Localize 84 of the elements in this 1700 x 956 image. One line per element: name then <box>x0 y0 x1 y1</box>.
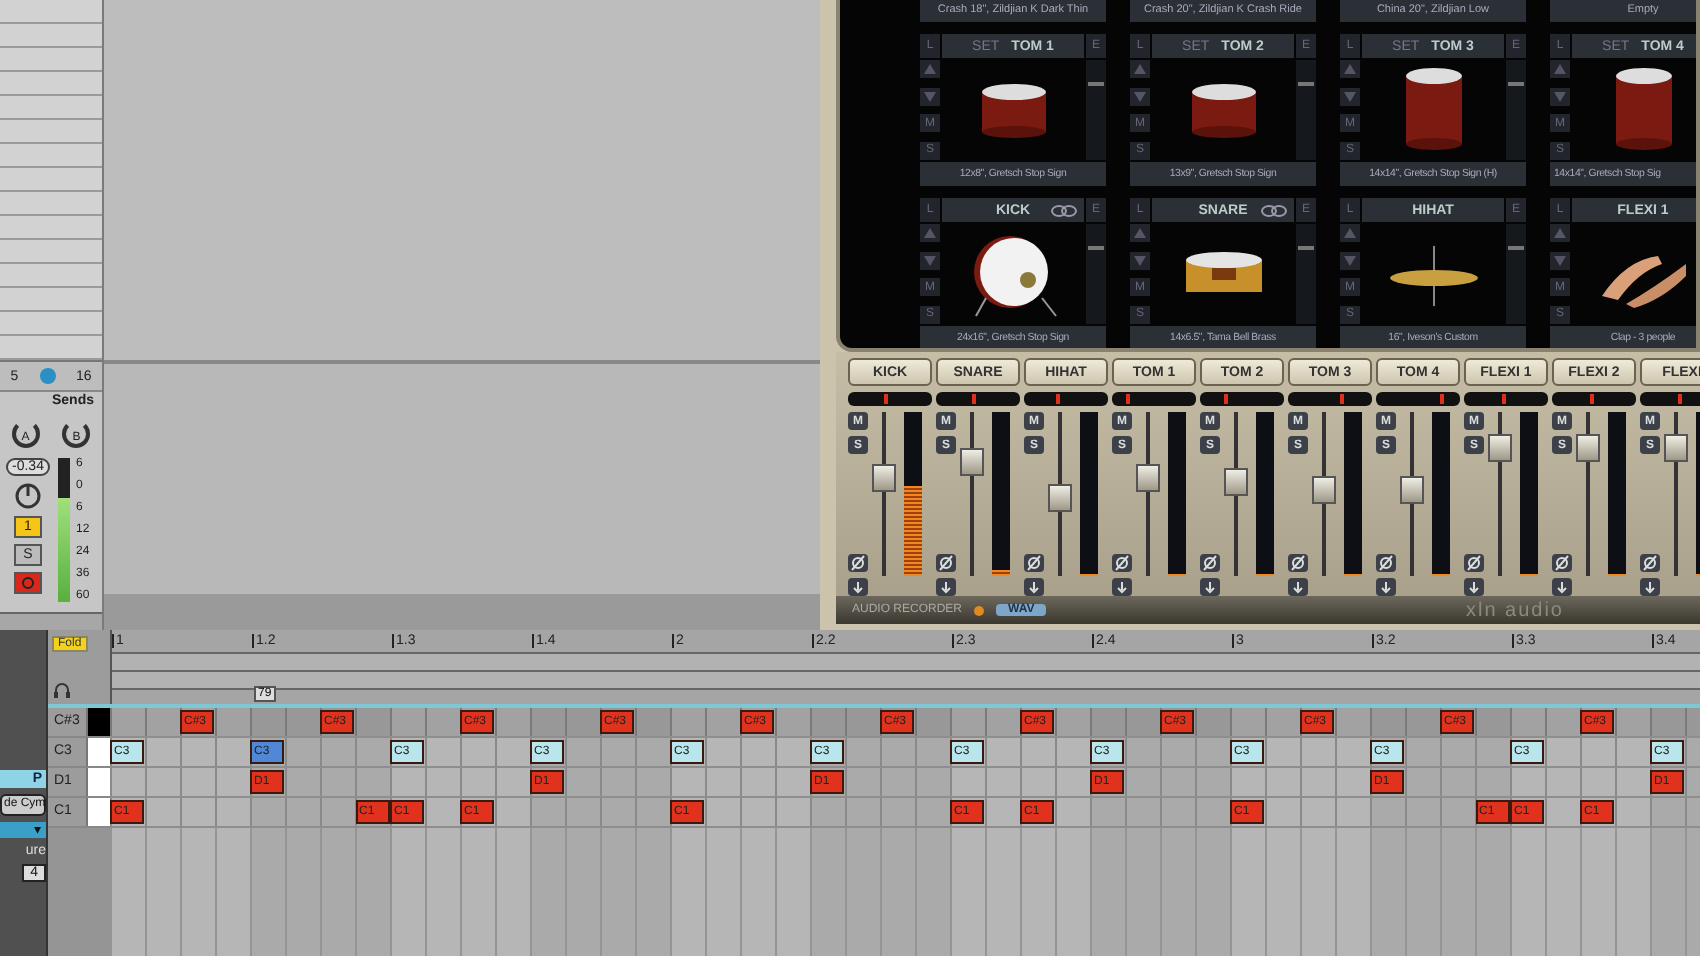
link-icon[interactable] <box>1050 203 1078 217</box>
pad-volume-slider[interactable] <box>1506 224 1526 324</box>
sphere-icon <box>39 368 56 384</box>
pan-bar[interactable] <box>1376 392 1460 406</box>
fader-handle[interactable] <box>1312 476 1336 505</box>
down-arrow-icon[interactable] <box>1112 578 1132 596</box>
pan-bar[interactable] <box>1112 392 1196 406</box>
fader-handle[interactable] <box>1048 483 1072 512</box>
pan-bar[interactable] <box>1640 392 1700 406</box>
pan-indicator[interactable] <box>971 394 976 404</box>
pan-indicator[interactable] <box>1678 394 1683 404</box>
link-icon[interactable] <box>1260 203 1288 217</box>
pan-knob-icon[interactable] <box>14 482 42 510</box>
piano-key[interactable] <box>86 708 110 736</box>
fader-track[interactable] <box>1664 412 1688 576</box>
record-dot-icon <box>974 605 985 615</box>
phase-icon[interactable] <box>1112 554 1132 572</box>
pan-indicator[interactable] <box>1590 394 1595 404</box>
down-arrow-icon[interactable] <box>1376 578 1396 596</box>
pan-indicator[interactable] <box>1340 394 1345 404</box>
pan-indicator[interactable] <box>1502 394 1507 404</box>
pad-volume-slider[interactable] <box>1086 224 1106 324</box>
pad-volume-slider[interactable] <box>1296 60 1316 160</box>
fader-track[interactable] <box>1136 412 1160 576</box>
fader-handle[interactable] <box>1576 434 1600 463</box>
pad-volume-slider[interactable] <box>1506 60 1526 160</box>
slider-handle[interactable] <box>1088 81 1104 85</box>
fader-handle[interactable] <box>960 447 984 476</box>
down-arrow-icon[interactable] <box>1288 578 1308 596</box>
pad-volume-slider[interactable] <box>1086 60 1106 160</box>
down-arrow-icon[interactable] <box>1200 578 1220 596</box>
arm-button[interactable] <box>14 572 42 594</box>
down-arrow-icon[interactable] <box>1640 578 1660 596</box>
pan-indicator[interactable] <box>883 394 888 404</box>
pan-bar[interactable] <box>848 392 932 406</box>
fader-handle[interactable] <box>1488 434 1512 463</box>
fader-handle[interactable] <box>1664 434 1688 463</box>
pan-bar[interactable] <box>936 392 1020 406</box>
brand-logo: xln audio <box>1465 599 1564 621</box>
pan-bar[interactable] <box>1288 392 1372 406</box>
piano-key[interactable] <box>86 738 110 766</box>
pan-bar[interactable] <box>1552 392 1636 406</box>
headphones-icon[interactable] <box>52 680 72 700</box>
pan-bar[interactable] <box>1024 392 1108 406</box>
pan-bar[interactable] <box>1464 392 1548 406</box>
down-arrow-icon[interactable] <box>1552 578 1572 596</box>
phase-icon[interactable] <box>848 554 868 572</box>
pan-indicator[interactable] <box>1439 394 1444 404</box>
fader-track[interactable] <box>1312 412 1336 576</box>
fader-handle[interactable] <box>1136 463 1160 492</box>
phase-icon[interactable] <box>1464 554 1484 572</box>
phase-icon[interactable] <box>1640 554 1660 572</box>
fader-handle[interactable] <box>1400 476 1424 505</box>
phase-icon[interactable] <box>1200 554 1220 572</box>
fader-track[interactable] <box>1224 412 1248 576</box>
fader-track[interactable] <box>960 412 984 576</box>
slider-handle[interactable] <box>1298 245 1314 249</box>
fader-track[interactable] <box>1048 412 1072 576</box>
phase-icon[interactable] <box>1552 554 1572 572</box>
down-arrow-icon[interactable] <box>848 578 868 596</box>
piano-key[interactable] <box>86 798 110 826</box>
phase-icon[interactable] <box>936 554 956 572</box>
slider-handle[interactable] <box>1508 81 1524 85</box>
fader-track[interactable] <box>872 412 896 576</box>
fader-track[interactable] <box>1400 412 1424 576</box>
slider-handle[interactable] <box>1298 81 1314 85</box>
fader-track[interactable] <box>1488 412 1512 576</box>
down-arrow-icon[interactable] <box>1464 578 1484 596</box>
down-arrow-icon[interactable] <box>936 578 956 596</box>
piano-key[interactable] <box>86 768 110 796</box>
pan-bar[interactable] <box>1200 392 1284 406</box>
slider-handle[interactable] <box>1088 245 1104 249</box>
phase-icon[interactable] <box>1376 554 1396 572</box>
pad-volume-slider[interactable] <box>1296 224 1316 324</box>
slider-handle[interactable] <box>1508 245 1524 249</box>
phase-icon[interactable] <box>1024 554 1044 572</box>
fader-handle[interactable] <box>1224 468 1248 497</box>
phase-icon[interactable] <box>1288 554 1308 572</box>
fader-handle[interactable] <box>872 463 896 492</box>
pan-indicator[interactable] <box>1055 394 1060 404</box>
down-arrow-icon[interactable] <box>1024 578 1044 596</box>
pan-indicator[interactable] <box>1126 394 1131 404</box>
fader-track[interactable] <box>1576 412 1600 576</box>
pan-indicator[interactable] <box>1223 394 1228 404</box>
